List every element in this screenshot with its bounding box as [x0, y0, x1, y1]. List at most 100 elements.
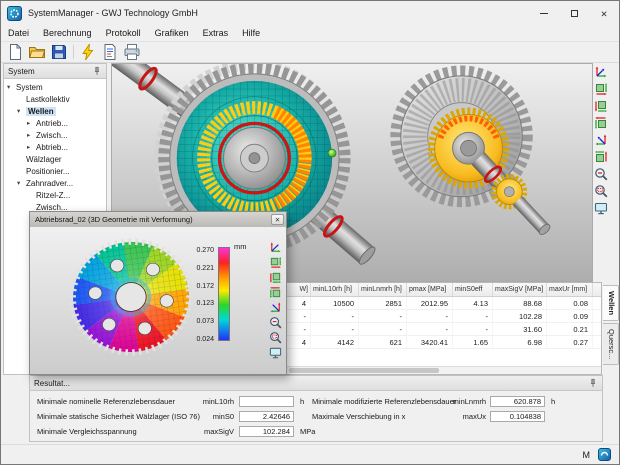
tree-item-antrieb[interactable]: Antrieb... — [4, 117, 106, 129]
view-controls — [594, 65, 609, 215]
result-symbol: minS0 — [170, 410, 234, 423]
result-symbol: minLnmrh — [426, 395, 486, 408]
legend-value: 0.123 — [180, 300, 214, 307]
tab-wellen[interactable]: Wellen — [603, 285, 619, 321]
result-value-field[interactable]: 102.284 — [239, 426, 294, 437]
tree-item-positionierung[interactable]: Positionier... — [4, 165, 106, 177]
zoom-window-icon[interactable] — [594, 184, 608, 198]
col-header-mins0eff[interactable]: minS0eff — [453, 283, 493, 296]
legend-value: 0.221 — [180, 265, 214, 272]
results-panel-header: Resultat... — [30, 376, 602, 391]
view-back-icon[interactable] — [269, 301, 282, 314]
col-header-minl10rh[interactable]: minL10rh [h] — [311, 283, 359, 296]
table-row[interactable]: - - - - - 31.60 0.21 — [287, 323, 601, 336]
menu-berechnung[interactable]: Berechnung — [36, 25, 99, 42]
result-label: Maximale Verschiebung in x — [312, 410, 405, 423]
tree-item-zahnradverbindungen[interactable]: Zahnradver... — [4, 177, 106, 189]
col-header-pmax[interactable]: pmax [MPa] — [407, 283, 453, 296]
tree-item-zwischenwelle[interactable]: Zwisch... — [4, 129, 106, 141]
close-button[interactable] — [589, 1, 619, 25]
open-button[interactable] — [26, 43, 48, 62]
tree-item-waelzlager[interactable]: Wälzlager — [4, 153, 106, 165]
table-header-row: W] minL10rh [h] minLnmrh [h] pmax [MPa] … — [287, 283, 601, 297]
results-panel-title: Resultat... — [34, 379, 70, 388]
menu-extras[interactable]: Extras — [196, 25, 236, 42]
view-back-icon[interactable] — [594, 133, 608, 147]
tree-item-lastkollektiv[interactable]: Lastkollektiv — [4, 93, 106, 105]
zoom-icon[interactable] — [269, 316, 282, 329]
legend-unit: mm — [234, 242, 247, 251]
view-bottom-icon[interactable] — [594, 150, 608, 164]
shaft-results-table: W] minL10rh [h] minLnmrh [h] pmax [MPa] … — [286, 282, 602, 375]
zoom-icon[interactable] — [594, 167, 608, 181]
view-side-icon[interactable] — [594, 99, 608, 113]
deformation-window[interactable]: Abtriebsrad_02 (3D Geometrie mit Verform… — [29, 211, 287, 375]
close-icon[interactable] — [271, 214, 284, 225]
result-symbol: maxSigV — [170, 425, 234, 438]
maximize-button[interactable] — [559, 1, 589, 25]
view-front-icon[interactable] — [269, 256, 282, 269]
results-body: Minimale nominelle Referenzlebensdauer m… — [30, 392, 602, 441]
expander-icon[interactable] — [27, 143, 36, 151]
printer-icon — [123, 43, 141, 61]
view-top-icon[interactable] — [269, 286, 282, 299]
col-header-maxur[interactable]: maxUr [mm] — [547, 283, 593, 296]
calculate-button[interactable] — [77, 43, 99, 62]
minimize-button[interactable] — [529, 1, 559, 25]
result-unit: MPa — [300, 425, 315, 438]
result-value-field[interactable]: 620.878 — [490, 396, 545, 407]
tab-querschnitte[interactable]: Quersc... — [603, 323, 619, 365]
screenshot-icon[interactable] — [269, 346, 282, 359]
expander-icon[interactable] — [17, 179, 26, 187]
table-row[interactable]: - - - - - 102.28 0.09 — [287, 310, 601, 323]
legend-value: 0.024 — [180, 336, 214, 343]
close-icon — [600, 4, 607, 22]
expander-icon[interactable] — [27, 131, 36, 139]
menu-bar: Datei Berechnung Protokoll Grafiken Extr… — [1, 25, 619, 42]
table-row[interactable]: 4 4142 621 3420.41 1.65 6.98 0.27 — [287, 336, 601, 349]
expander-icon[interactable] — [27, 119, 36, 127]
view-side-icon[interactable] — [269, 271, 282, 284]
tree-item-wellen[interactable]: Wellen — [4, 105, 106, 117]
menu-hilfe[interactable]: Hilfe — [235, 25, 267, 42]
menu-protokoll[interactable]: Protokoll — [99, 25, 148, 42]
title-bar[interactable]: SystemManager - GWJ Technology GmbH — [1, 1, 619, 25]
status-bar: M — [1, 444, 619, 464]
new-file-button[interactable] — [4, 43, 26, 62]
deformation-window-titlebar[interactable]: Abtriebsrad_02 (3D Geometrie mit Verform… — [30, 212, 286, 227]
tree-item-ritzel[interactable]: Ritzel-Z... — [4, 189, 106, 201]
screenshot-icon[interactable] — [594, 201, 608, 215]
scrollbar-thumb[interactable] — [289, 368, 439, 373]
view-isometric-icon[interactable] — [594, 65, 608, 79]
table-row[interactable]: 4 10500 2851 2012.95 4.13 88.68 0.08 — [287, 297, 601, 310]
result-value-field[interactable]: 2.42646 — [239, 411, 294, 422]
result-value-field[interactable] — [239, 396, 294, 407]
horizontal-scrollbar[interactable] — [287, 366, 601, 374]
lightning-icon — [79, 43, 97, 61]
print-button[interactable] — [121, 43, 143, 62]
tree-item-abtrieb[interactable]: Abtrieb... — [4, 141, 106, 153]
menu-datei[interactable]: Datei — [1, 25, 36, 42]
result-label: Minimale nominelle Referenzlebensdauer — [37, 395, 175, 408]
expander-icon[interactable] — [17, 107, 26, 115]
zoom-window-icon[interactable] — [269, 331, 282, 344]
col-header-minlnmrh[interactable]: minLnmrh [h] — [359, 283, 407, 296]
menu-grafiken[interactable]: Grafiken — [148, 25, 196, 42]
pin-icon[interactable] — [92, 66, 102, 76]
eassistant-icon[interactable] — [598, 448, 611, 461]
col-header-maxsigv[interactable]: maxSigV [MPa] — [493, 283, 547, 296]
col-header-power[interactable]: W] — [287, 283, 311, 296]
save-button[interactable] — [48, 43, 70, 62]
deformation-view[interactable]: 0.270 0.221 0.172 0.123 0.073 0.024 mm — [30, 227, 286, 374]
expander-icon[interactable] — [7, 83, 16, 91]
tree-item-system[interactable]: System — [4, 81, 106, 93]
open-folder-icon — [28, 43, 46, 61]
view-front-icon[interactable] — [594, 82, 608, 96]
view-top-icon[interactable] — [594, 116, 608, 130]
view-isometric-icon[interactable] — [269, 241, 282, 254]
result-label: Minimale Vergleichsspannung — [37, 425, 137, 438]
systemmanager-window: SystemManager - GWJ Technology GmbH Date… — [0, 0, 620, 465]
report-button[interactable] — [99, 43, 121, 62]
result-value-field[interactable]: 0.104838 — [490, 411, 545, 422]
pin-icon[interactable] — [588, 378, 598, 388]
